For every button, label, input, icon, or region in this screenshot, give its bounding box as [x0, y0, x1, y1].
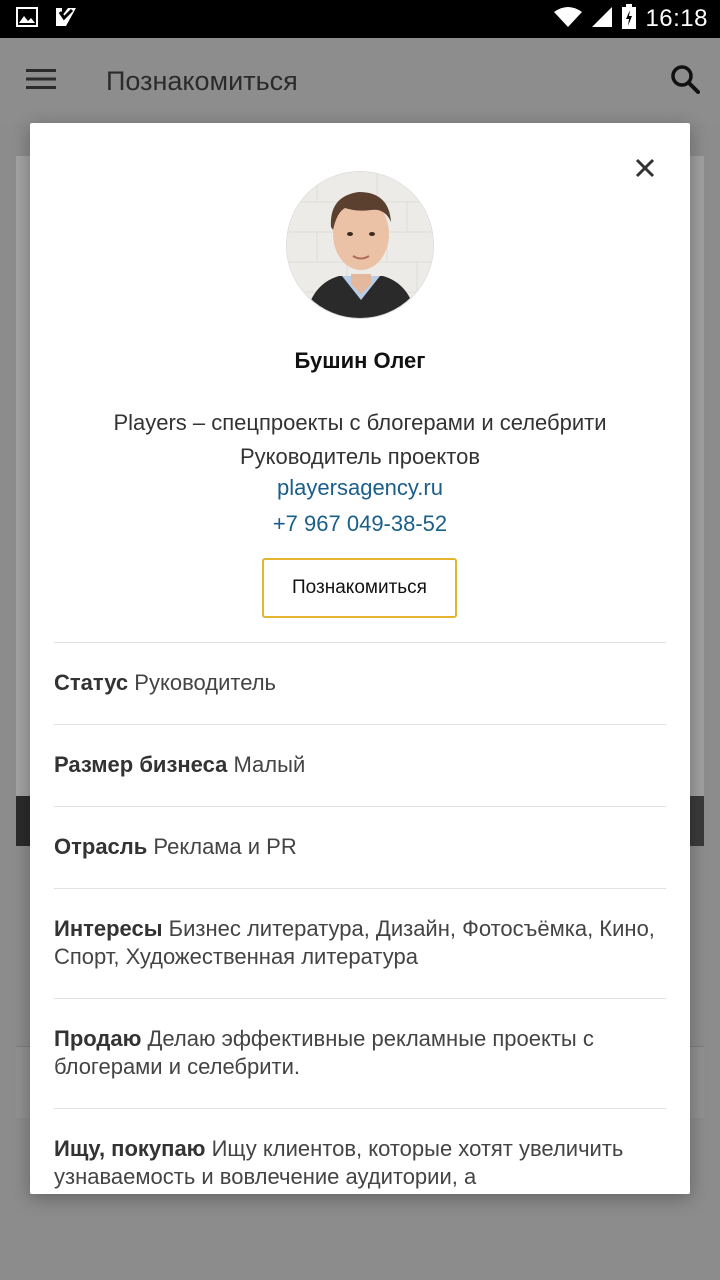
detail-label: Ищу, покупаю	[54, 1136, 206, 1161]
detail-row-selling: Продаю Делаю эффективные рекламные проек…	[54, 998, 666, 1108]
company-name: Players – спецпроекты с блогерами и селе…	[113, 410, 607, 435]
detail-label: Интересы	[54, 916, 163, 941]
page-title: Познакомиться	[106, 65, 298, 96]
detail-row-interests: Интересы Бизнес литература, Дизайн, Фото…	[54, 888, 666, 998]
status-time: 16:18	[645, 5, 708, 32]
avatar	[286, 171, 434, 319]
detail-label: Статус	[54, 670, 129, 695]
battery-icon	[621, 3, 637, 35]
image-icon	[16, 6, 38, 32]
detail-value: Реклама и PR	[153, 834, 297, 859]
wifi-icon	[553, 6, 583, 33]
hamburger-menu-icon[interactable]	[26, 68, 56, 95]
company-block: Players – спецпроекты с блогерами и селе…	[30, 406, 690, 474]
detail-label: Продаю	[54, 1026, 142, 1051]
detail-row-looking-for: Ищу, покупаю Ищу клиентов, которые хотят…	[54, 1108, 666, 1194]
search-icon[interactable]	[670, 64, 700, 99]
detail-label: Отрасль	[54, 834, 148, 859]
notification-icon	[54, 6, 78, 33]
profile-name: Бушин Олег	[294, 348, 426, 373]
close-icon	[635, 158, 655, 178]
detail-row-status: Статус Руководитель	[54, 642, 666, 724]
close-button[interactable]	[628, 151, 662, 185]
detail-label: Размер бизнеса	[54, 752, 228, 777]
signal-icon	[591, 6, 613, 33]
app-bar: Познакомиться	[0, 38, 720, 124]
phone-link[interactable]: +7 967 049-38-52	[30, 511, 690, 537]
detail-row-business-size: Размер бизнеса Малый	[54, 724, 666, 806]
status-bar: 16:18	[0, 0, 720, 38]
profile-dialog: Бушин Олег Players – спецпроекты с блоге…	[30, 123, 690, 1194]
details-list: Статус Руководитель Размер бизнеса Малый…	[54, 642, 666, 1194]
website-link[interactable]: playersagency.ru	[30, 475, 690, 501]
detail-row-industry: Отрасль Реклама и PR	[54, 806, 666, 888]
job-position: Руководитель проектов	[239, 444, 481, 469]
meet-button[interactable]: Познакомиться	[262, 558, 457, 618]
detail-value: Руководитель	[134, 670, 277, 695]
detail-value: Малый	[233, 752, 306, 777]
